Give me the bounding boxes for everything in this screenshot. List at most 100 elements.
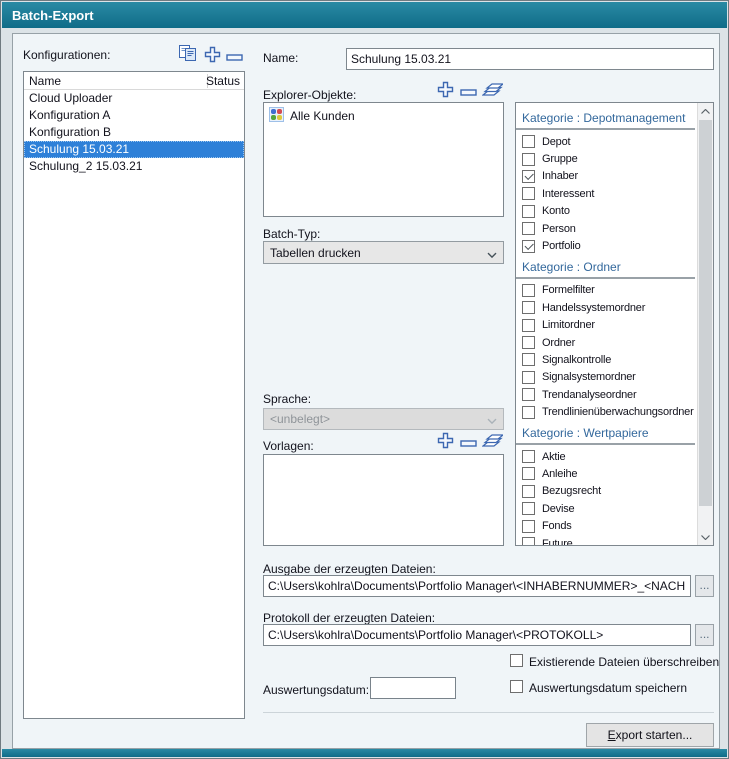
- ausgabe-browse-button[interactable]: ...: [695, 575, 714, 597]
- category-checkbox-row[interactable]: Aktie: [516, 448, 697, 465]
- category-checkbox-row[interactable]: Future: [516, 535, 697, 545]
- category-checkbox-row[interactable]: Inhaber: [516, 168, 697, 185]
- category-checkbox-row[interactable]: Fonds: [516, 517, 697, 534]
- checkbox[interactable]: [522, 301, 535, 314]
- category-header: Kategorie : Depotmanagement: [516, 109, 695, 130]
- save-date-checkbox-label: Auswertungsdatum speichern: [529, 681, 687, 695]
- checkbox-label: Person: [542, 223, 576, 235]
- config-list-item[interactable]: Schulung 15.03.21: [24, 141, 244, 158]
- ausgabe-path-input[interactable]: [263, 575, 691, 597]
- category-checkbox-row[interactable]: Signalsystemordner: [516, 369, 697, 386]
- checkbox-label: Handelssystemordner: [542, 302, 645, 314]
- cascade-icon[interactable]: [482, 80, 503, 101]
- protokoll-browse-button[interactable]: ...: [695, 624, 714, 646]
- config-list-item[interactable]: Schulung_2 15.03.21: [24, 158, 244, 175]
- customers-group-icon: [269, 107, 284, 125]
- config-list-item[interactable]: Cloud Uploader: [24, 90, 244, 107]
- category-checkbox-row[interactable]: Trendanalyseordner: [516, 386, 697, 403]
- checkbox-label: Trendanalyseordner: [542, 389, 636, 401]
- auswertungsdatum-label: Auswertungsdatum:: [263, 683, 369, 697]
- checkbox[interactable]: [522, 205, 535, 218]
- save-date-checkbox[interactable]: [510, 680, 523, 693]
- checkbox[interactable]: [522, 135, 535, 148]
- config-list-item[interactable]: Konfiguration A: [24, 107, 244, 124]
- vorlagen-list: [263, 454, 504, 546]
- checkbox[interactable]: [522, 485, 535, 498]
- add-config-icon[interactable]: [204, 46, 221, 66]
- name-label: Name:: [263, 51, 298, 65]
- add-vorlage-icon[interactable]: [437, 432, 454, 452]
- category-checkbox-row[interactable]: Bezugsrecht: [516, 483, 697, 500]
- config-list-header[interactable]: Name Status: [24, 72, 244, 90]
- checkbox[interactable]: [522, 284, 535, 297]
- category-checkbox-row[interactable]: Devise: [516, 500, 697, 517]
- checkbox[interactable]: [522, 537, 535, 545]
- remove-config-icon[interactable]: [226, 51, 243, 65]
- checkbox[interactable]: [522, 520, 535, 533]
- batch-export-window: Batch-Export Konfigurationen: Name: [0, 0, 729, 759]
- category-checkbox-row[interactable]: Konto: [516, 203, 697, 220]
- checkbox[interactable]: [522, 388, 535, 401]
- checkbox[interactable]: [522, 502, 535, 515]
- checkbox-label: Anleihe: [542, 468, 577, 480]
- category-checkbox-row[interactable]: Formelfilter: [516, 282, 697, 299]
- column-header-name[interactable]: Name: [29, 72, 61, 90]
- overwrite-checkbox[interactable]: [510, 654, 523, 667]
- checkbox-label: Inhaber: [542, 170, 578, 182]
- explorer-object-label: Alle Kunden: [290, 109, 355, 123]
- chevron-down-icon: [487, 247, 497, 261]
- category-checkbox-row[interactable]: Portfolio: [516, 237, 697, 254]
- checkbox[interactable]: [522, 153, 535, 166]
- config-list: Name Status Cloud Uploader Konfiguration…: [23, 71, 245, 719]
- checkbox-label: Konto: [542, 205, 570, 217]
- remove-explorer-object-icon[interactable]: [460, 86, 477, 100]
- category-checkbox-row[interactable]: Depot: [516, 133, 697, 150]
- category-checkbox-row[interactable]: Ordner: [516, 334, 697, 351]
- checkbox[interactable]: [522, 240, 535, 253]
- checkbox[interactable]: [522, 319, 535, 332]
- name-input[interactable]: [346, 48, 714, 70]
- copy-config-icon[interactable]: [177, 44, 199, 66]
- scrollbar-thumb[interactable]: [699, 120, 712, 506]
- auswertungsdatum-input[interactable]: [370, 677, 456, 699]
- export-start-button[interactable]: Export starten...: [586, 723, 714, 747]
- checkbox[interactable]: [522, 450, 535, 463]
- window-title: Batch-Export: [12, 8, 94, 23]
- category-checkbox-row[interactable]: Handelssystemordner: [516, 299, 697, 316]
- category-checkbox-row[interactable]: Anleihe: [516, 465, 697, 482]
- config-list-item[interactable]: Konfiguration B: [24, 124, 244, 141]
- scroll-up-icon[interactable]: [698, 103, 713, 119]
- checkbox[interactable]: [522, 187, 535, 200]
- category-scrollbar[interactable]: [697, 103, 713, 545]
- checkbox[interactable]: [522, 406, 535, 419]
- category-checkbox-row[interactable]: Interessent: [516, 185, 697, 202]
- checkbox[interactable]: [522, 371, 535, 384]
- vorlagen-label: Vorlagen:: [263, 439, 314, 453]
- checkbox[interactable]: [522, 170, 535, 183]
- window-bottom-bar: [2, 749, 727, 757]
- category-checkbox-row[interactable]: Limitordner: [516, 317, 697, 334]
- checkbox-label: Fonds: [542, 520, 572, 532]
- protokoll-path-input[interactable]: [263, 624, 691, 646]
- scroll-down-icon[interactable]: [698, 529, 713, 545]
- category-header: Kategorie : Wertpapiere: [516, 424, 695, 445]
- category-list: Kategorie : Depotmanagement DepotGruppe In…: [515, 102, 714, 546]
- checkbox[interactable]: [522, 222, 535, 235]
- explorer-object-item[interactable]: Alle Kunden: [264, 103, 503, 125]
- cascade-icon[interactable]: [482, 431, 503, 452]
- checkbox[interactable]: [522, 336, 535, 349]
- title-bar: Batch-Export: [2, 2, 727, 28]
- remove-vorlage-icon[interactable]: [460, 437, 477, 451]
- checkbox[interactable]: [522, 353, 535, 366]
- category-checkbox-row[interactable]: Gruppe: [516, 150, 697, 167]
- category-checkbox-row[interactable]: Signalkontrolle: [516, 351, 697, 368]
- category-checkbox-row[interactable]: Trendlinienüberwachungsordner: [516, 403, 697, 420]
- add-explorer-object-icon[interactable]: [437, 81, 454, 101]
- column-header-status[interactable]: Status: [206, 72, 240, 90]
- export-start-label: Export starten...: [608, 728, 693, 742]
- category-checkbox-row[interactable]: Person: [516, 220, 697, 237]
- batch-typ-dropdown[interactable]: Tabellen drucken: [263, 241, 504, 264]
- checkbox-label: Signalsystemordner: [542, 371, 636, 383]
- checkbox[interactable]: [522, 467, 535, 480]
- batch-typ-label: Batch-Typ:: [263, 227, 320, 241]
